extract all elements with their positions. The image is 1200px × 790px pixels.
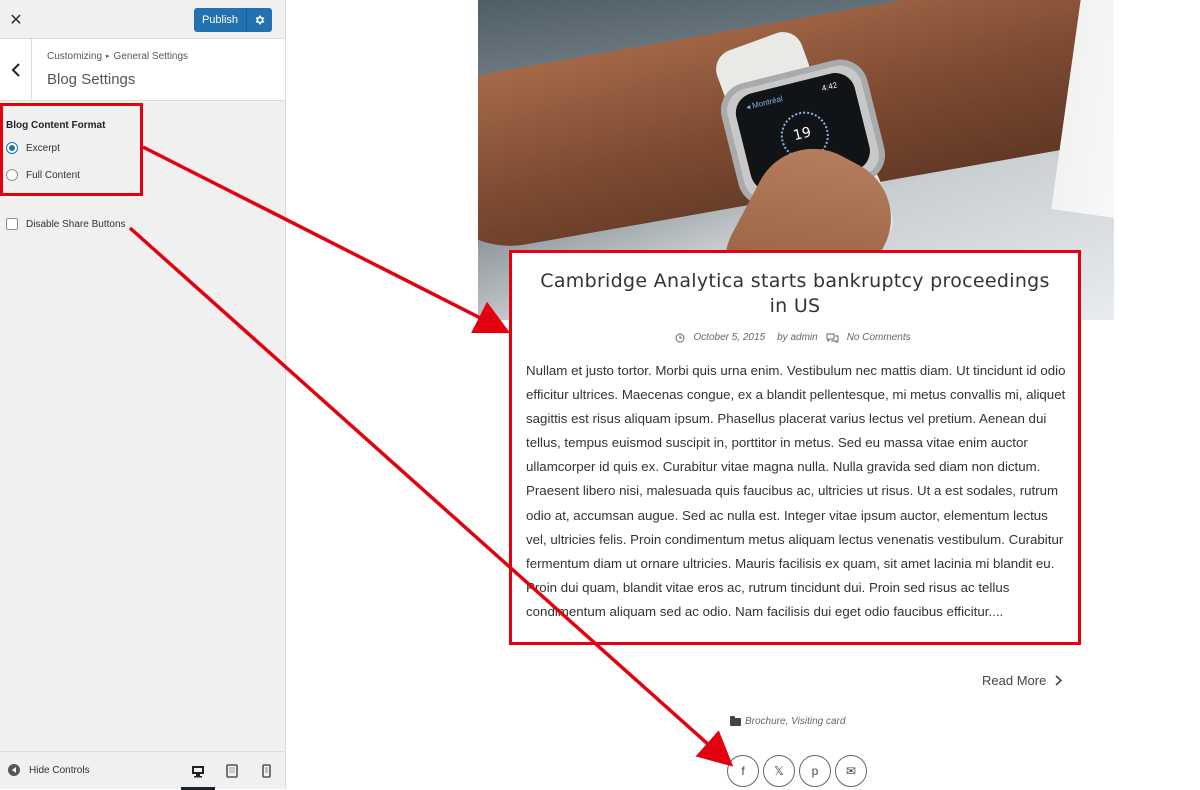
section-title: Blog Settings [47, 71, 136, 88]
share-buttons: f 𝕏 p ✉ [727, 755, 867, 787]
close-icon[interactable]: ✕ [0, 0, 32, 39]
gear-icon[interactable] [246, 8, 272, 32]
highlight-box-content-format [0, 103, 143, 196]
watch-city: ◂ Montréal [745, 94, 784, 112]
post-comments[interactable]: No Comments [826, 332, 915, 343]
comments-icon [826, 333, 839, 343]
read-more-link[interactable]: Read More [982, 673, 1063, 688]
watch-time: 4:42 [820, 80, 839, 93]
x-icon[interactable]: 𝕏 [763, 755, 795, 787]
publish-group: Publish [194, 8, 272, 32]
facebook-icon[interactable]: f [727, 755, 759, 787]
post-categories: Brochure, Visiting card [730, 715, 845, 727]
post-author[interactable]: by admin [777, 332, 818, 343]
desktop-preview-icon[interactable] [181, 763, 215, 790]
mobile-preview-icon[interactable] [258, 763, 274, 779]
checkbox[interactable] [6, 218, 18, 230]
chevron-left-icon [11, 63, 20, 77]
pinterest-icon[interactable]: p [799, 755, 831, 787]
publish-button[interactable]: Publish [194, 8, 246, 32]
post-excerpt: Nullam et justo tortor. Morbi quis urna … [526, 363, 1066, 619]
breadcrumb-root: Customizing [47, 51, 103, 62]
email-icon[interactable]: ✉ [835, 755, 867, 787]
hide-controls-label: Hide Controls [29, 764, 90, 776]
post-meta: October 5, 2015 by admin No Comments [512, 332, 1078, 343]
hide-controls-button[interactable]: Hide Controls [8, 764, 90, 776]
disable-share-toggle[interactable]: Disable Share Buttons [6, 218, 126, 230]
post-comments-text: No Comments [846, 332, 911, 343]
categories-text[interactable]: Brochure, Visiting card [745, 716, 845, 727]
tablet-preview-icon[interactable] [224, 763, 240, 779]
clock-icon [675, 333, 685, 342]
post-date-text: October 5, 2015 [693, 332, 766, 343]
post-card: Cambridge Analytica starts bankruptcy pr… [509, 250, 1081, 645]
back-button[interactable] [0, 39, 32, 101]
breadcrumb-separator-icon: ▸ [106, 53, 110, 60]
breadcrumb: Customizing ▸ General Settings [47, 51, 188, 62]
post-title[interactable]: Cambridge Analytica starts bankruptcy pr… [512, 269, 1078, 319]
breadcrumb-parent: General Settings [113, 51, 189, 62]
customizer-topbar: ✕ Publish [0, 0, 285, 39]
collapse-arrow-icon [8, 764, 20, 776]
chevron-right-icon [1055, 675, 1063, 686]
section-header: Customizing ▸ General Settings Blog Settin… [0, 39, 285, 101]
checkbox-label: Disable Share Buttons [26, 218, 126, 230]
customizer-footer: Hide Controls [0, 751, 285, 790]
folder-icon [730, 715, 741, 726]
read-more-label: Read More [982, 673, 1047, 688]
post-date[interactable]: October 5, 2015 [675, 332, 769, 343]
